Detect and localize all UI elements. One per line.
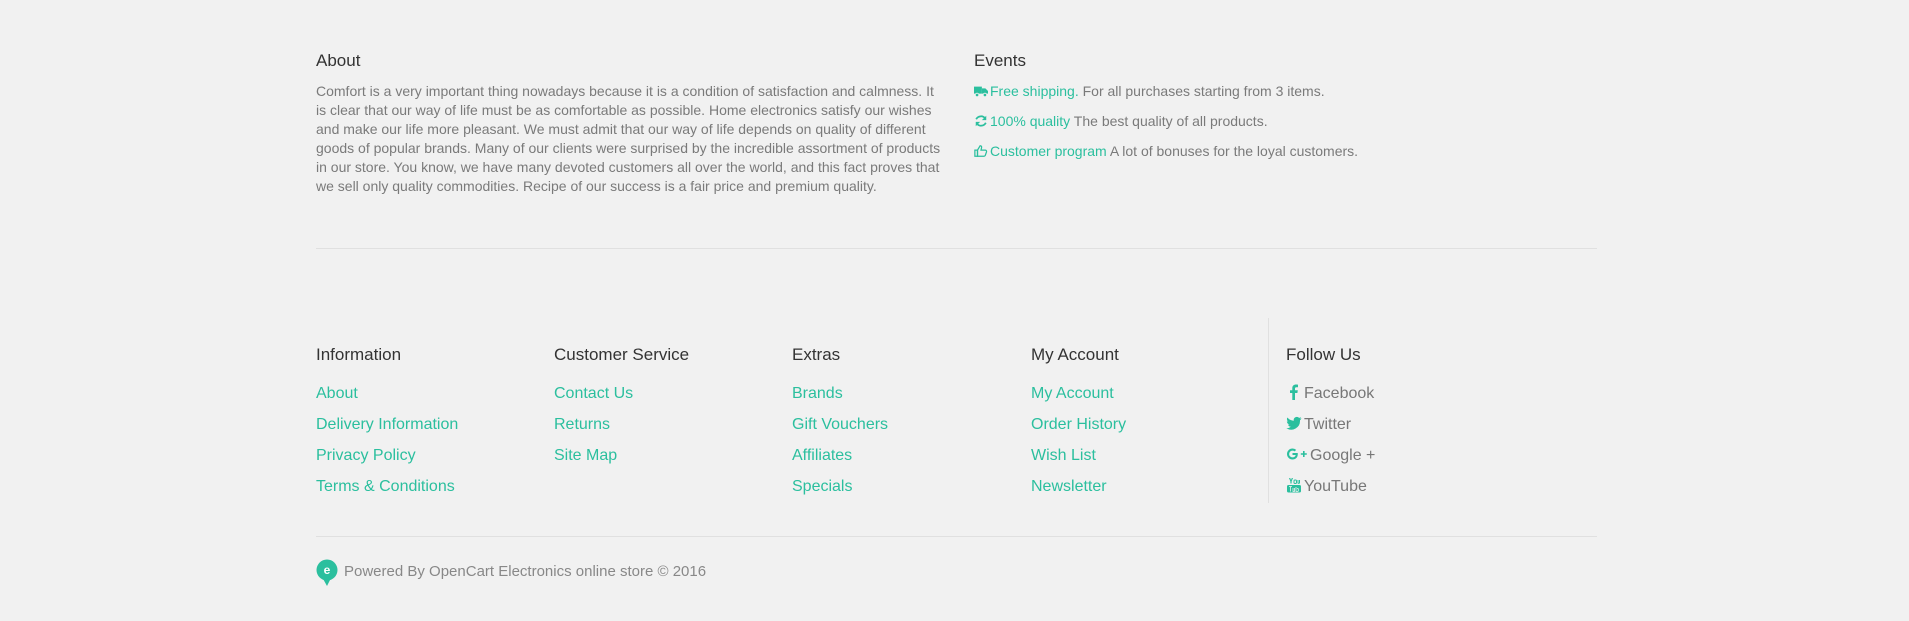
link-my-account[interactable]: My Account [1031, 385, 1114, 402]
my-account-title: My Account [1031, 345, 1119, 364]
google-plus-icon [1287, 448, 1307, 460]
link-newsletter[interactable]: Newsletter [1031, 478, 1107, 495]
extras-title: Extras [792, 345, 841, 364]
about-title: About [316, 51, 361, 70]
link-order-history[interactable]: Order History [1031, 416, 1126, 433]
link-google-plus[interactable]: Google + [1286, 447, 1375, 464]
link-specials[interactable]: Specials [792, 478, 852, 495]
twitter-label: Twitter [1304, 416, 1352, 433]
column-separator [1268, 318, 1269, 503]
link-wish-list[interactable]: Wish List [1031, 447, 1096, 464]
copyright-bar: e Powered By OpenCart Electronics online… [316, 558, 1597, 592]
section-divider [316, 248, 1597, 249]
twitter-icon [1286, 416, 1302, 430]
my-account-column: My Account My Account Order History Wish… [1031, 344, 1126, 508]
events-title: Events [974, 51, 1026, 70]
information-title: Information [316, 345, 402, 364]
youtube-icon [1287, 478, 1301, 493]
bottom-divider [316, 536, 1597, 537]
facebook-label: Facebook [1304, 385, 1375, 402]
link-delivery-information[interactable]: Delivery Information [316, 416, 458, 433]
event-item-free-shipping: Free shipping. For all purchases startin… [974, 82, 1574, 101]
customer-service-title: Customer Service [554, 345, 690, 364]
logo-letter: e [324, 563, 331, 577]
link-site-map[interactable]: Site Map [554, 447, 617, 464]
refresh-icon [975, 115, 987, 127]
customer-service-column: Customer Service Contact Us Returns Site… [554, 344, 689, 477]
truck-icon [974, 86, 988, 98]
extras-column: Extras Brands Gift Vouchers Affiliates S… [792, 344, 888, 508]
link-terms-conditions[interactable]: Terms & Conditions [316, 478, 455, 495]
follow-us-title: Follow Us [1286, 345, 1361, 364]
store-logo[interactable]: e [316, 559, 338, 587]
event-text: A lot of bonuses for the loyal customers… [1106, 143, 1359, 159]
link-affiliates[interactable]: Affiliates [792, 447, 852, 464]
link-contact-us[interactable]: Contact Us [554, 385, 633, 402]
event-highlight: Customer program [990, 143, 1107, 159]
information-column: Information About Delivery Information P… [316, 344, 458, 508]
facebook-icon [1290, 384, 1298, 400]
link-twitter[interactable]: Twitter [1286, 416, 1351, 433]
powered-by-text: Powered By OpenCart Electronics online s… [344, 563, 707, 580]
event-text: For all purchases starting from 3 items. [1078, 83, 1325, 99]
about-block: About Comfort is a very important thing … [316, 50, 943, 196]
event-item-customer-program: Customer program A lot of bonuses for th… [974, 142, 1574, 161]
link-youtube[interactable]: YouTube [1286, 478, 1367, 495]
event-highlight: Free shipping. [990, 83, 1079, 99]
event-item-quality: 100% quality The best quality of all pro… [974, 112, 1574, 131]
link-privacy-policy[interactable]: Privacy Policy [316, 447, 416, 464]
youtube-label: YouTube [1304, 478, 1367, 495]
follow-us-column: Follow Us Facebook Twitter Google + YouT… [1286, 344, 1375, 508]
link-returns[interactable]: Returns [554, 416, 610, 433]
link-gift-vouchers[interactable]: Gift Vouchers [792, 416, 888, 433]
info-section: About Comfort is a very important thing … [316, 50, 1597, 250]
about-text: Comfort is a very important thing nowada… [316, 83, 941, 194]
event-text: The best quality of all products. [1070, 113, 1268, 129]
events-block: Events Free shipping. For all purchases … [974, 50, 1574, 172]
link-about[interactable]: About [316, 385, 358, 402]
google-plus-label: Google + [1310, 447, 1376, 464]
footer-links: Information About Delivery Information P… [316, 318, 1597, 508]
thumbs-up-icon [974, 145, 988, 157]
link-brands[interactable]: Brands [792, 385, 843, 402]
link-facebook[interactable]: Facebook [1286, 384, 1375, 402]
event-highlight: 100% quality [990, 113, 1071, 129]
